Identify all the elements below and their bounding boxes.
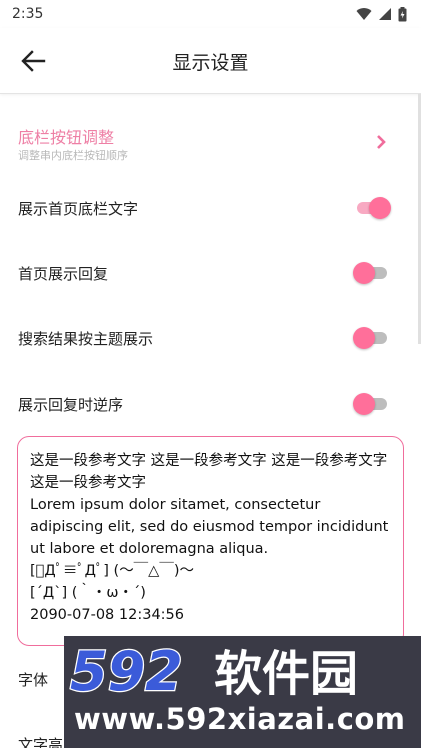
preview-kaomoji-2: [´Д`] (｀・ω・´) [30,585,146,601]
signal-icon [379,8,391,20]
status-time: 2:35 [12,6,44,22]
status-bar: 2:35 [0,0,421,28]
text-size-setting-label: 文字高 [18,736,64,748]
bottom-bar-setting-subtitle: 调整串内底栏按钮顺序 [18,149,128,162]
bottom-bar-setting-title: 底栏按钮调整 [18,128,115,147]
wifi-icon [356,8,372,20]
setting-label: 展示回复时逆序 [18,396,124,414]
preview-timestamp: 2090-07-08 12:34:56 [30,607,184,623]
preview-text-box: 这是一段参考文字 这是一段参考文字 这是一段参考文字 这是一段参考文字 Lore… [17,436,404,646]
setting-row-reverse-replies[interactable]: 展示回复时逆序 [0,386,421,422]
status-icons [356,6,407,22]
preview-kaomoji-1: [ﾟДﾟ≡ﾟДﾟ] (〜￣△￣)〜 [30,563,194,579]
watermark-url: www.592xiazai.com [74,702,406,736]
setting-row-search-by-topic[interactable]: 搜索结果按主题展示 [0,320,421,356]
chevron-right-icon[interactable] [375,134,387,150]
show-replies-toggle[interactable] [353,260,389,286]
battery-icon [398,6,407,21]
page-title: 显示设置 [172,52,249,74]
svg-text:592: 592 [70,640,183,700]
setting-label: 首页展示回复 [18,265,109,283]
reverse-replies-toggle[interactable] [353,391,389,417]
setting-row-show-replies[interactable]: 首页展示回复 [0,255,421,291]
setting-label: 展示首页底栏文字 [18,200,139,218]
setting-row-show-bottom-text[interactable]: 展示首页底栏文字 [0,190,421,226]
app-bar: 显示设置 [0,28,421,94]
watermark-logo: 592 软件园 [69,640,358,700]
search-by-topic-toggle[interactable] [353,325,389,351]
setting-label: 搜索结果按主题展示 [18,330,154,348]
svg-text:软件园: 软件园 [214,646,358,700]
preview-chinese-text: 这是一段参考文字 这是一段参考文字 这是一段参考文字 这是一段参考文字 [30,453,392,491]
show-bottom-text-toggle[interactable] [353,195,391,221]
font-setting-label: 字体 [18,671,49,689]
watermark-overlay: 592 软件园 www.592xiazai.com [64,636,421,748]
preview-latin-text: Lorem ipsum dolor sitamet, consectetur a… [30,497,393,557]
